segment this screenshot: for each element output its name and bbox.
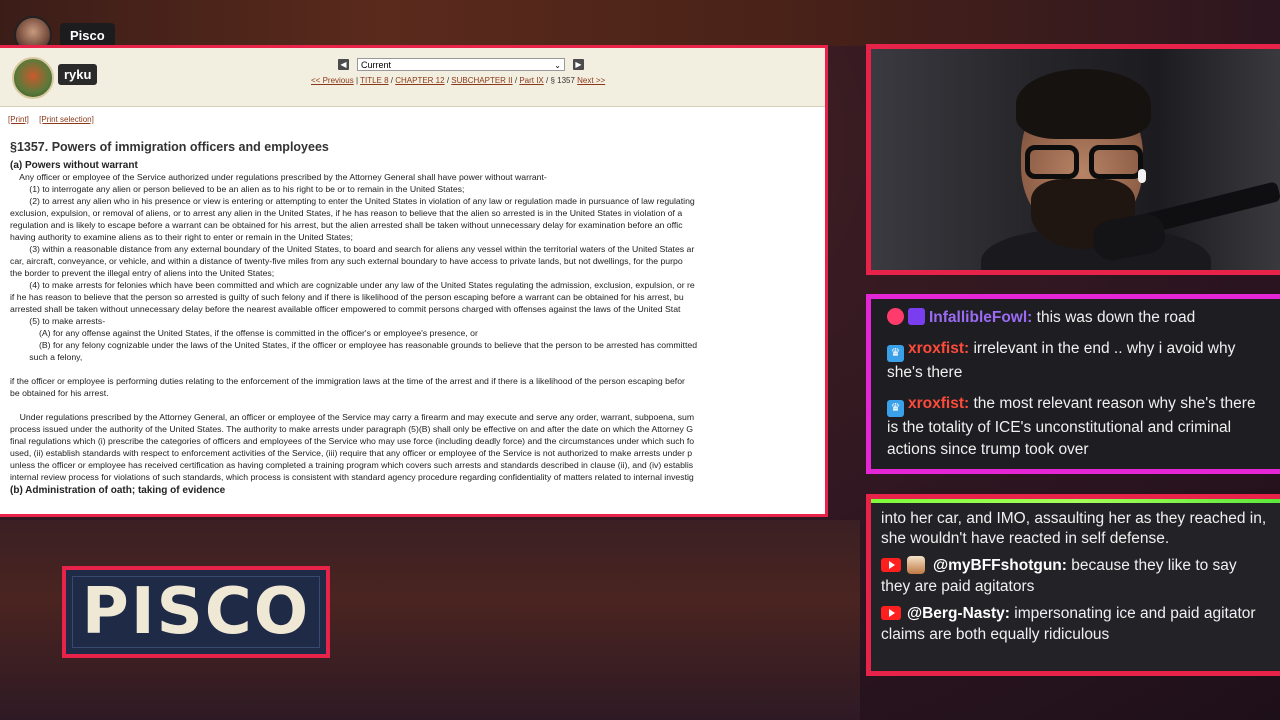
doc-line: if the officer or employee is performing… <box>10 376 685 386</box>
chat-username: InfallibleFowl: <box>929 309 1033 326</box>
chat-message: ♛ xroxfist: irrelevant in the end .. why … <box>871 338 1280 384</box>
prev-arrow-icon[interactable]: ◀ <box>338 59 349 70</box>
doc-line: Any officer or employee of the Service a… <box>10 172 547 182</box>
chevron-down-icon: ⌄ <box>554 61 561 70</box>
ryku-avatar <box>12 57 54 99</box>
page-title: §1357. Powers of immigration officers an… <box>10 140 329 154</box>
breadcrumb: << Previous | TITLE 8 / CHAPTER 12 / SUB… <box>311 76 606 85</box>
next-arrow-icon[interactable]: ▶ <box>573 59 584 70</box>
doc-line: process issued under the authority of th… <box>10 424 694 434</box>
doc-line: such a felony, <box>10 352 83 362</box>
browser-panel: ryku ◀ Current ⌄ ▶ << Previous | TITLE 8… <box>0 45 828 517</box>
crumb-part[interactable]: Part IX <box>519 76 543 85</box>
paragraph-a: Any officer or employee of the Service a… <box>0 171 825 363</box>
doc-line: regulation and is likely to escape befor… <box>10 220 683 230</box>
webcam-panel <box>866 44 1280 275</box>
doc-line: (B) for any felony cognizable under the … <box>10 340 698 350</box>
version-select-value: Current <box>361 60 392 70</box>
section-nav: ◀ Current ⌄ ▶ <box>338 58 584 71</box>
paragraph-b: if the officer or employee is performing… <box>0 375 825 399</box>
youtube-icon <box>881 558 901 572</box>
crown-badge-icon: ♛ <box>887 400 904 417</box>
doc-line: car, aircraft, conveyance, or vehicle, a… <box>10 256 683 266</box>
doc-line: if he has reason to believe that the per… <box>10 292 684 302</box>
chat-username: xroxfist: <box>908 340 970 357</box>
streamer-hair <box>1016 69 1151 139</box>
chat-message-partial: into her car, and IMO, assaulting her as… <box>881 510 1267 547</box>
doc-line: exclusion, expulsion, or removal of alie… <box>10 208 683 218</box>
next-link[interactable]: Next >> <box>577 76 605 85</box>
youtube-icon <box>881 606 901 620</box>
chat-message: InfallibleFowl: this was down the road <box>871 307 1280 329</box>
ryku-label: ryku <box>58 64 98 85</box>
background-top <box>0 0 1280 46</box>
doc-line: unless the officer or employee has recei… <box>10 460 694 470</box>
logo-text: PISCO <box>81 575 311 649</box>
doc-line: (2) to arrest any alien who in his prese… <box>10 196 695 206</box>
doc-line: (1) to interrogate any alien or person b… <box>10 184 465 194</box>
chat-panel-twitch: InfallibleFowl: this was down the road ♛… <box>866 294 1280 474</box>
doc-line: arrested shall be taken without unnecess… <box>10 304 681 314</box>
streamer-name: Pisco <box>60 22 115 48</box>
doc-line: (4) to make arrests for felonies which h… <box>10 280 695 290</box>
chat-panel-youtube: into her car, and IMO, assaulting her as… <box>866 494 1280 676</box>
glasses-icon <box>1021 145 1151 181</box>
coffee-avatar-icon <box>907 556 925 574</box>
sub-badge-icon <box>887 308 904 325</box>
chat-text: this was down the road <box>1032 309 1196 326</box>
chat-accent-bar <box>871 499 1280 503</box>
version-select[interactable]: Current ⌄ <box>357 58 565 71</box>
document-body: §1357. Powers of immigration officers an… <box>0 140 825 496</box>
crumb-chapter[interactable]: CHAPTER 12 <box>395 76 444 85</box>
doc-line: having authority to examine aliens as to… <box>10 232 353 242</box>
chat-message: @Berg-Nasty: impersonating ice and paid … <box>871 603 1280 645</box>
paragraph-c: Under regulations prescribed by the Atto… <box>0 411 825 483</box>
doc-line: the border to prevent the illegal entry … <box>10 268 275 278</box>
section-heading-a: (a) Powers without warrant <box>10 160 138 171</box>
earbud-icon <box>1138 169 1146 183</box>
doc-line: be obtained for his arrest. <box>10 388 109 398</box>
doc-line: (3) within a reasonable distance from an… <box>10 244 695 254</box>
section-heading-b: (b) Administration of oath; taking of ev… <box>10 485 226 496</box>
doc-line: (A) for any offense against the United S… <box>10 328 478 338</box>
doc-line: (5) to make arrests- <box>10 316 106 326</box>
crumb-title[interactable]: TITLE 8 <box>360 76 388 85</box>
doc-line: used, (ii) establish standards with resp… <box>10 448 693 458</box>
site-header: ryku ◀ Current ⌄ ▶ << Previous | TITLE 8… <box>0 48 825 107</box>
chat-message: ♛ xroxfist: the most relevant reason why … <box>871 393 1280 461</box>
print-links: [Print] [Print selection] <box>8 115 102 124</box>
chat-username: xroxfist: <box>908 395 970 412</box>
crumb-subchapter[interactable]: SUBCHAPTER II <box>451 76 512 85</box>
purple-badge-icon <box>908 308 925 325</box>
crumb-section: § 1357 <box>550 76 575 85</box>
doc-line: Under regulations prescribed by the Atto… <box>10 412 695 422</box>
pisco-logo: PISCO <box>62 566 330 658</box>
print-link[interactable]: [Print] <box>8 115 29 124</box>
prev-link[interactable]: << Previous <box>311 76 354 85</box>
crown-badge-icon: ♛ <box>887 345 904 362</box>
chat-username: @Berg-Nasty: <box>907 605 1010 622</box>
print-selection-link[interactable]: [Print selection] <box>39 115 94 124</box>
chat-username: @myBFFshotgun: <box>933 557 1067 574</box>
doc-line: final regulations which (i) prescribe th… <box>10 436 695 446</box>
doc-line: internal review process for violations o… <box>10 472 694 482</box>
chat-message: @myBFFshotgun: because they like to say … <box>871 555 1280 597</box>
